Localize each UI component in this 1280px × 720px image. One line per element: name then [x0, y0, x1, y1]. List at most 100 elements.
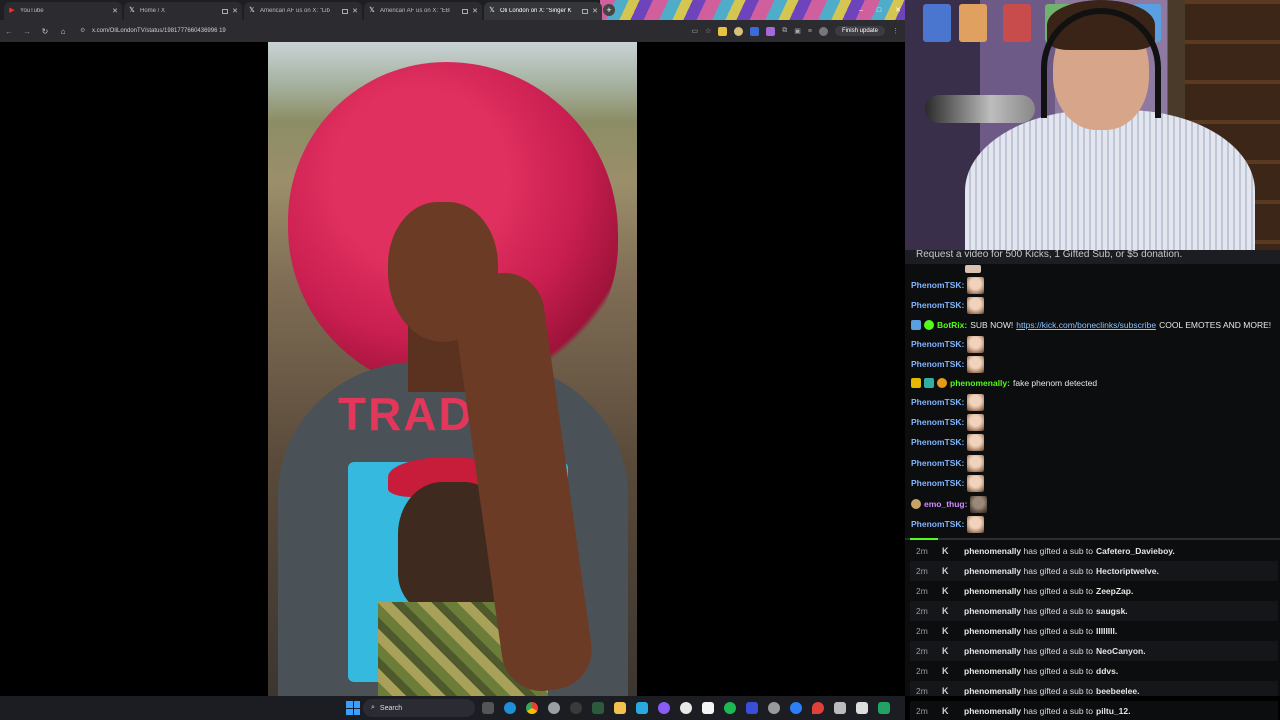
site-info-icon[interactable]: ⚙	[80, 27, 88, 35]
home-icon[interactable]: ⌂	[54, 27, 72, 36]
tab-youtube[interactable]: ▶ YouTube ✕	[4, 2, 122, 20]
taskbar-search[interactable]: ⌕ Search	[363, 699, 475, 717]
recipient-name[interactable]: NeoCanyon.	[1096, 646, 1146, 656]
windows-start-icon[interactable]	[346, 701, 360, 715]
chat-username[interactable]: PhenomTSK:	[911, 280, 964, 290]
kick-logo-icon: K	[942, 606, 949, 616]
chat-link[interactable]: https://kick.com/boneclinks/subscribe	[1016, 320, 1156, 330]
edge-icon[interactable]	[504, 702, 516, 714]
gifter-name[interactable]: phenomenally	[964, 586, 1021, 596]
chrome-alt-icon[interactable]	[548, 702, 560, 714]
extensions-puzzle-icon[interactable]: ⧉	[782, 27, 787, 35]
chat-username[interactable]: phenomenally:	[950, 378, 1010, 388]
chat-username[interactable]: BotRix:	[937, 320, 967, 330]
downloads-icon[interactable]: ≡	[808, 28, 812, 35]
user-badge-icon	[911, 499, 921, 509]
chat-username[interactable]: PhenomTSK:	[911, 519, 964, 529]
extension-icon[interactable]	[766, 26, 776, 36]
cast-icon[interactable]: ▭	[691, 27, 698, 35]
chat-username[interactable]: PhenomTSK:	[911, 417, 964, 427]
menu-kebab-icon[interactable]: ⋮	[892, 27, 899, 35]
recipient-name[interactable]: beebeelee.	[1096, 686, 1139, 696]
forward-icon[interactable]: →	[18, 27, 36, 36]
close-tab-icon[interactable]: ✕	[232, 7, 238, 15]
recipient-name[interactable]: Hectoriptwelve.	[1096, 566, 1159, 576]
gifter-name[interactable]: phenomenally	[964, 686, 1021, 696]
new-tab-button[interactable]: +	[603, 4, 615, 16]
recipient-name[interactable]: ddvs.	[1096, 666, 1118, 676]
recipient-name[interactable]: Cafetero_Davieboy.	[1096, 546, 1175, 556]
terminal-icon[interactable]	[592, 702, 604, 714]
recipient-name[interactable]: piltu_12.	[1096, 706, 1130, 716]
tab-home-x[interactable]: 𝕏 Home / X ✕	[124, 2, 242, 20]
windows-taskbar: ⌕ Search	[0, 696, 905, 720]
chat-username[interactable]: emo_thug:	[924, 499, 967, 509]
page-content: TRADR	[0, 42, 905, 696]
gift-event-row: 2m K phenomenally has gifted a sub to bee…	[910, 681, 1278, 696]
gifter-name[interactable]: phenomenally	[964, 606, 1021, 616]
close-window-button[interactable]: ✕	[895, 6, 901, 14]
paint-icon[interactable]	[636, 702, 648, 714]
gifter-name[interactable]: phenomenally	[964, 666, 1021, 676]
chat-panel: Request a video for 500 Kicks, 1 Gifted …	[905, 250, 1280, 696]
folder-icon[interactable]	[614, 702, 626, 714]
gifter-name[interactable]: phenomenally	[964, 646, 1021, 656]
close-tab-icon[interactable]: ✕	[352, 7, 358, 15]
spotify-icon[interactable]	[724, 702, 736, 714]
gifter-name[interactable]: phenomenally	[964, 626, 1021, 636]
chat-username[interactable]: PhenomTSK:	[911, 397, 964, 407]
extension-icon[interactable]	[750, 26, 760, 36]
gifter-name[interactable]: phenomenally	[964, 566, 1021, 576]
maximize-button[interactable]: □	[877, 7, 881, 14]
close-tab-icon[interactable]: ✕	[112, 7, 118, 15]
bookmark-star-icon[interactable]: ☆	[705, 27, 711, 35]
tab-strip: ▶ YouTube ✕ 𝕏 Home / X ✕ 𝕏 American AF u…	[0, 0, 905, 20]
browser-icon[interactable]	[768, 702, 780, 714]
side-panel-icon[interactable]: ▣	[794, 27, 801, 35]
gift-phrase: has gifted a sub to	[1023, 586, 1093, 596]
video-player[interactable]: TRADR	[268, 42, 637, 696]
app-icon[interactable]	[702, 702, 714, 714]
task-view-icon[interactable]	[482, 702, 494, 714]
emote-icon	[967, 393, 985, 411]
recipient-name[interactable]: IIIIIIII.	[1096, 626, 1117, 636]
recipient-name[interactable]: saugsk.	[1096, 606, 1128, 616]
chat-message: phenomenally: fake phenom detected	[911, 373, 1097, 393]
search-icon: ⌕	[371, 704, 375, 711]
chat-username[interactable]: PhenomTSK:	[911, 458, 964, 468]
chat-username[interactable]: PhenomTSK:	[911, 478, 964, 488]
tab-oli-london[interactable]: 𝕏 Oli London on X: "Singer K ✕	[484, 2, 602, 20]
vscode-icon[interactable]	[746, 702, 758, 714]
chrome-icon[interactable]	[526, 702, 538, 714]
chat-username[interactable]: PhenomTSK:	[911, 339, 964, 349]
notion-icon[interactable]	[680, 702, 692, 714]
back-icon[interactable]: ←	[0, 27, 18, 36]
chat-username[interactable]: PhenomTSK:	[911, 437, 964, 447]
close-tab-icon[interactable]: ✕	[472, 7, 478, 15]
extension-icon[interactable]	[734, 26, 744, 36]
event-time: 2m	[916, 706, 928, 716]
chat-message: PhenomTSK:	[911, 473, 985, 493]
tab-american-af-2[interactable]: 𝕏 American AF us on X: "EB ✕	[364, 2, 482, 20]
event-time: 2m	[916, 606, 928, 616]
obs-icon[interactable]	[570, 702, 582, 714]
address-bar[interactable]: ⚙ x.com/OliLondonTV/status/1981777660436…	[80, 23, 640, 39]
settings-icon[interactable]	[658, 702, 670, 714]
finish-update-button[interactable]: Finish update	[834, 26, 885, 36]
gifter-name[interactable]: phenomenally	[964, 706, 1021, 716]
reload-icon[interactable]: ↻	[36, 27, 54, 36]
excel-icon[interactable]	[878, 702, 890, 714]
recipient-name[interactable]: ZeepZap.	[1096, 586, 1133, 596]
gifter-name[interactable]: phenomenally	[964, 546, 1021, 556]
profile-avatar-icon[interactable]	[818, 26, 828, 36]
close-tab-icon[interactable]: ✕	[592, 7, 598, 15]
browser-icon[interactable]	[790, 702, 802, 714]
chat-username[interactable]: PhenomTSK:	[911, 300, 964, 310]
chat-username[interactable]: PhenomTSK:	[911, 359, 964, 369]
pin-icon[interactable]	[812, 702, 824, 714]
mail-icon[interactable]	[856, 702, 868, 714]
tab-american-af-1[interactable]: 𝕏 American AF us on X: "Lib ✕	[244, 2, 362, 20]
snip-icon[interactable]	[834, 702, 846, 714]
minimize-button[interactable]: –	[859, 7, 863, 14]
extension-icon[interactable]	[718, 26, 728, 36]
